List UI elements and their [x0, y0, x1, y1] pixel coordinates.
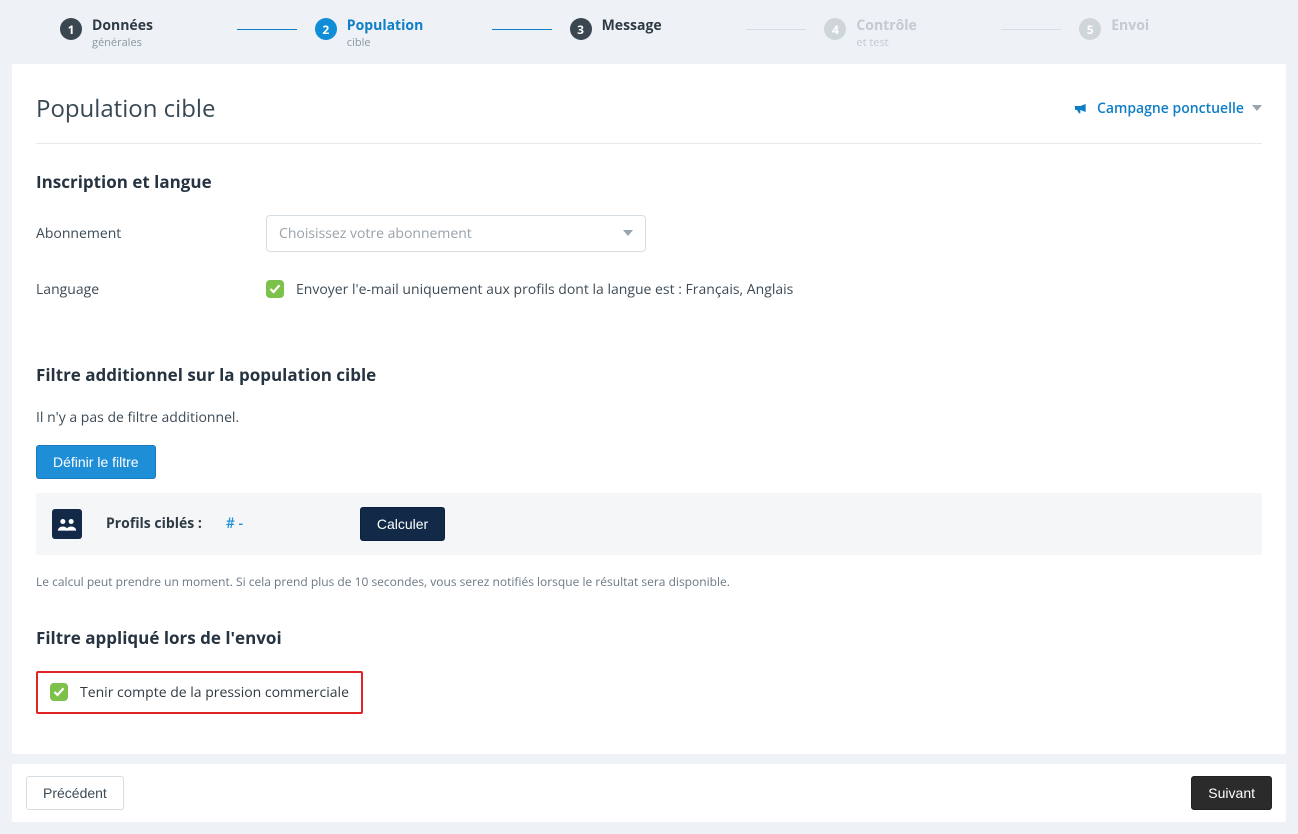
footer-nav: Précédent Suivant	[12, 764, 1286, 822]
wizard-steps: 1 Données générales 2 Population cible 3…	[0, 0, 1298, 64]
step-label: Envoi	[1111, 18, 1149, 35]
wizard-step-5[interactable]: 5 Envoi	[1079, 18, 1238, 40]
step-sublabel: et test	[856, 35, 916, 50]
profile-count-label: Profils ciblés :	[106, 514, 202, 533]
language-checkbox[interactable]	[266, 280, 284, 298]
abonnement-select[interactable]: Choisissez votre abonnement	[266, 215, 646, 252]
commercial-pressure-row: Tenir compte de la pression commerciale	[36, 671, 363, 714]
wizard-step-4[interactable]: 4 Contrôle et test	[824, 18, 983, 50]
wizard-step-1[interactable]: 1 Données générales	[60, 18, 219, 50]
abonnement-label: Abonnement	[36, 224, 266, 243]
step-connector	[492, 29, 552, 30]
calc-note: Le calcul peut prendre un moment. Si cel…	[36, 573, 1262, 590]
profile-count-value: # -	[226, 514, 336, 533]
calculate-button[interactable]: Calculer	[360, 507, 445, 541]
campaign-type-label: Campagne ponctuelle	[1097, 99, 1244, 118]
no-filter-text: Il n'y a pas de filtre additionnel.	[36, 408, 1262, 427]
main-card: Population cible Campagne ponctuelle Ins…	[12, 64, 1286, 754]
wizard-step-2[interactable]: 2 Population cible	[315, 18, 474, 50]
chevron-down-icon	[1252, 105, 1262, 111]
step-connector	[746, 29, 806, 30]
step-badge: 3	[570, 18, 592, 40]
chevron-down-icon	[623, 230, 633, 236]
check-icon	[269, 283, 281, 295]
language-checkbox-label: Envoyer l'e-mail uniquement aux profils …	[296, 280, 793, 299]
commercial-pressure-checkbox[interactable]	[50, 683, 68, 701]
define-filter-button[interactable]: Définir le filtre	[36, 445, 156, 479]
users-icon	[52, 509, 82, 539]
language-label: Language	[36, 280, 266, 299]
campaign-type-dropdown[interactable]: Campagne ponctuelle	[1073, 99, 1262, 118]
page-title: Population cible	[36, 92, 215, 125]
step-label: Population	[347, 18, 423, 35]
step-label: Données	[92, 18, 153, 35]
abonnement-placeholder: Choisissez votre abonnement	[279, 224, 472, 243]
check-icon	[53, 686, 65, 698]
commercial-pressure-label: Tenir compte de la pression commerciale	[80, 683, 349, 702]
step-label: Contrôle	[856, 18, 916, 35]
step-connector	[1001, 29, 1061, 30]
profile-count-bar: Profils ciblés : # - Calculer	[36, 493, 1262, 555]
section-heading-send-filter: Filtre appliqué lors de l'envoi	[36, 626, 1262, 649]
next-button[interactable]: Suivant	[1191, 776, 1272, 810]
previous-button[interactable]: Précédent	[26, 776, 124, 810]
section-heading-inscription: Inscription et langue	[36, 170, 1262, 193]
section-heading-filter: Filtre additionnel sur la population cib…	[36, 363, 1262, 386]
step-badge: 2	[315, 18, 337, 40]
step-connector	[237, 29, 297, 30]
megaphone-icon	[1073, 100, 1089, 116]
step-badge: 5	[1079, 18, 1101, 40]
step-sublabel: cible	[347, 35, 423, 50]
step-sublabel: générales	[92, 35, 153, 50]
wizard-step-3[interactable]: 3 Message	[570, 18, 729, 40]
step-badge: 4	[824, 18, 846, 40]
step-badge: 1	[60, 18, 82, 40]
step-label: Message	[602, 18, 662, 35]
